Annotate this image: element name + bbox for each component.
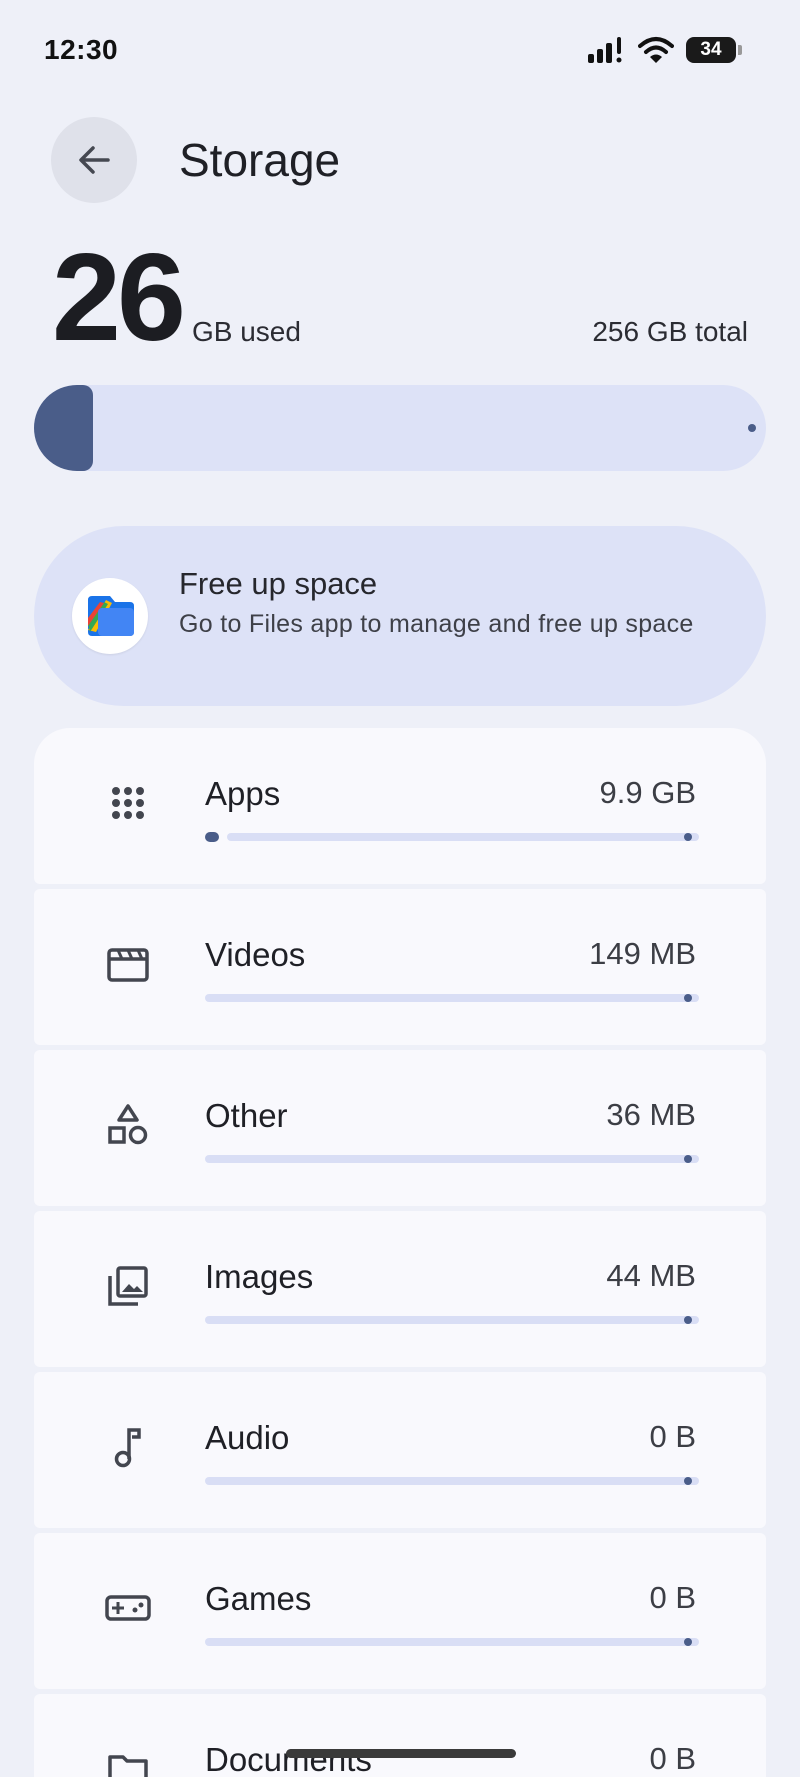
- category-size: 0 B: [649, 1419, 696, 1454]
- storage-category-list: Apps 9.9 GB Videos 149 MB Other 36 MB Im…: [34, 728, 766, 1777]
- category-usage-bar: [205, 993, 699, 1003]
- apps-grid-icon: [104, 779, 152, 827]
- category-size: 149 MB: [589, 936, 696, 971]
- category-documents[interactable]: Documents 0 B: [34, 1694, 766, 1777]
- category-size: 0 B: [649, 1580, 696, 1615]
- used-storage-value: 26: [52, 229, 186, 367]
- battery-level: 34: [686, 37, 736, 63]
- status-bar: 12:30 34: [0, 0, 800, 100]
- category-apps[interactable]: Apps 9.9 GB: [34, 728, 766, 884]
- music-note-icon: [104, 1423, 152, 1471]
- category-size: 9.9 GB: [599, 775, 697, 810]
- files-app-icon: [72, 578, 148, 654]
- category-usage-bar: [205, 1154, 699, 1164]
- category-usage-bar: [205, 1476, 699, 1486]
- category-usage-fill: [205, 832, 219, 842]
- category-label: Other: [205, 1097, 288, 1134]
- shapes-icon: [104, 1101, 152, 1149]
- category-games[interactable]: Games 0 B: [34, 1533, 766, 1689]
- category-audio[interactable]: Audio 0 B: [34, 1372, 766, 1528]
- category-label: Documents: [205, 1741, 372, 1777]
- category-label: Apps: [205, 775, 281, 812]
- free-up-space-subtitle: Go to Files app to manage and free up sp…: [179, 610, 694, 638]
- category-other[interactable]: Other 36 MB: [34, 1050, 766, 1206]
- storage-screen: 12:30 34 Storage 26 GB used 256 GB total…: [0, 0, 800, 1777]
- category-size: 36 MB: [606, 1097, 696, 1132]
- category-label: Audio: [205, 1419, 290, 1456]
- storage-usage-bar: [34, 385, 766, 471]
- home-indicator[interactable]: [286, 1749, 516, 1758]
- wifi-icon: [638, 37, 674, 63]
- battery-icon: 34: [686, 37, 742, 63]
- category-label: Videos: [205, 936, 306, 973]
- arrow-back-icon: [79, 146, 110, 174]
- category-usage-bar: [205, 832, 699, 842]
- page-title: Storage: [179, 134, 341, 186]
- total-storage-label: 256 GB total: [592, 316, 748, 347]
- storage-usage-fill: [34, 385, 93, 471]
- category-size: 0 B: [649, 1741, 696, 1776]
- video-clapper-icon: [104, 940, 152, 988]
- category-label: Images: [205, 1258, 314, 1295]
- category-videos[interactable]: Videos 149 MB: [34, 889, 766, 1045]
- category-usage-bar: [205, 1315, 699, 1325]
- back-button[interactable]: [51, 117, 137, 203]
- status-time: 12:30: [44, 34, 119, 65]
- gamepad-icon: [104, 1584, 152, 1632]
- category-size: 44 MB: [606, 1258, 696, 1293]
- storage-usage-end-dot: [748, 424, 756, 432]
- category-usage-bar: [205, 1637, 699, 1647]
- category-images[interactable]: Images 44 MB: [34, 1211, 766, 1367]
- folder-icon: [104, 1745, 152, 1777]
- signal-icon: [588, 37, 622, 63]
- image-gallery-icon: [104, 1262, 152, 1310]
- category-label: Games: [205, 1580, 312, 1617]
- free-up-space-card[interactable]: Free up space Go to Files app to manage …: [34, 526, 766, 706]
- free-up-space-title: Free up space: [179, 566, 378, 601]
- status-icons: 34: [588, 36, 742, 64]
- used-storage-unit: GB used: [192, 316, 301, 347]
